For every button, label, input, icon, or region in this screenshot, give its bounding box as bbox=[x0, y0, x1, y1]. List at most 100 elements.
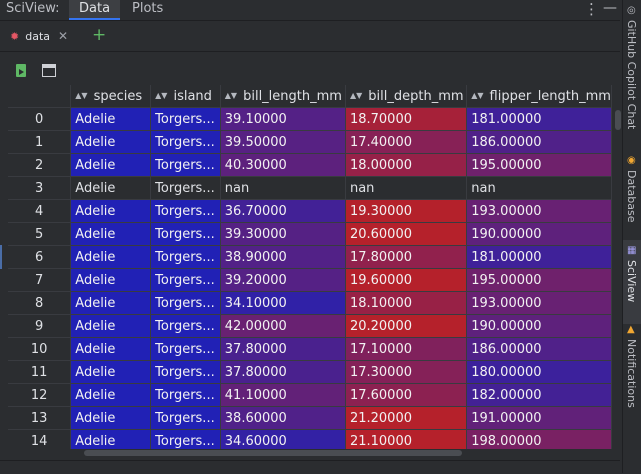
cell-island[interactable]: Torgers... bbox=[150, 337, 221, 361]
table-icon[interactable]: ▦ bbox=[627, 246, 637, 256]
tab-data-document[interactable]: ✹ data ✕ bbox=[10, 25, 68, 47]
cell-bill-length-mm[interactable]: 38.60000 bbox=[220, 406, 346, 430]
cell-bill-length-mm[interactable]: 37.80000 bbox=[220, 360, 346, 384]
horizontal-scrollbar[interactable] bbox=[84, 450, 462, 456]
cell-island[interactable]: Torgers... bbox=[150, 383, 221, 407]
cell-flipper-length-mm[interactable]: 191.00000 bbox=[466, 406, 612, 430]
sidebar-item-copilot[interactable]: GitHub Copilot Chat bbox=[625, 20, 638, 129]
table-row[interactable]: 14 Adelie Torgers... 34.60000 21.10000 198.00… bbox=[8, 429, 612, 449]
cell-species[interactable]: Adelie bbox=[70, 153, 152, 177]
cell-flipper-length-mm[interactable]: nan bbox=[466, 176, 612, 200]
cell-flipper-length-mm[interactable]: 195.00000 bbox=[466, 268, 612, 292]
sidebar-item-sciview[interactable]: SciView bbox=[625, 260, 638, 302]
sidebar-item-database[interactable]: Database bbox=[625, 170, 638, 223]
add-tab-icon[interactable]: + bbox=[92, 25, 106, 45]
close-tab-icon[interactable]: ✕ bbox=[58, 29, 68, 43]
table-row[interactable]: 3 Adelie Torgers... nan nan nan bbox=[8, 176, 612, 200]
cell-bill-depth-mm[interactable]: 17.30000 bbox=[345, 360, 468, 384]
cell-species[interactable]: Adelie bbox=[70, 199, 152, 223]
cell-species[interactable]: Adelie bbox=[70, 268, 152, 292]
cell-flipper-length-mm[interactable]: 193.00000 bbox=[466, 199, 612, 223]
cell-bill-length-mm[interactable]: 39.10000 bbox=[220, 107, 346, 131]
cell-bill-depth-mm[interactable]: 18.00000 bbox=[345, 153, 468, 177]
cell-island[interactable]: Torgers... bbox=[150, 176, 221, 200]
column-header-bill-depth[interactable]: ▲▼ bill_depth_mm bbox=[345, 85, 468, 108]
cell-species[interactable]: Adelie bbox=[70, 176, 152, 200]
more-options-icon[interactable]: ⋮ bbox=[584, 0, 599, 18]
copilot-icon[interactable]: ◎ bbox=[627, 6, 637, 16]
cell-species[interactable]: Adelie bbox=[70, 406, 152, 430]
table-row[interactable]: 0 Adelie Torgers... 39.10000 18.70000 181.000… bbox=[8, 107, 612, 131]
cell-bill-depth-mm[interactable]: 19.60000 bbox=[345, 268, 468, 292]
cell-bill-depth-mm[interactable]: 18.10000 bbox=[345, 291, 468, 315]
column-header-species[interactable]: ▲▼ species bbox=[70, 85, 152, 108]
cell-species[interactable]: Adelie bbox=[70, 337, 152, 361]
cell-flipper-length-mm[interactable]: 198.00000 bbox=[466, 429, 612, 449]
cell-bill-length-mm[interactable]: 34.10000 bbox=[220, 291, 346, 315]
cell-island[interactable]: Torgers... bbox=[150, 406, 221, 430]
cell-flipper-length-mm[interactable]: 195.00000 bbox=[466, 153, 612, 177]
cell-island[interactable]: Torgers... bbox=[150, 429, 221, 449]
cell-species[interactable]: Adelie bbox=[70, 314, 152, 338]
cell-bill-length-mm[interactable]: nan bbox=[220, 176, 346, 200]
cell-bill-length-mm[interactable]: 38.90000 bbox=[220, 245, 346, 269]
cell-species[interactable]: Adelie bbox=[70, 383, 152, 407]
cell-flipper-length-mm[interactable]: 186.00000 bbox=[466, 337, 612, 361]
table-row[interactable]: 9 Adelie Torgers... 42.00000 20.20000 190.000… bbox=[8, 314, 612, 338]
cell-flipper-length-mm[interactable]: 181.00000 bbox=[466, 245, 612, 269]
cell-bill-depth-mm[interactable]: 21.10000 bbox=[345, 429, 468, 449]
cell-species[interactable]: Adelie bbox=[70, 291, 152, 315]
table-row[interactable]: 4 Adelie Torgers... 36.70000 19.30000 193.000… bbox=[8, 199, 612, 223]
cell-island[interactable]: Torgers... bbox=[150, 222, 221, 246]
cell-island[interactable]: Torgers... bbox=[150, 107, 221, 131]
cell-bill-length-mm[interactable]: 42.00000 bbox=[220, 314, 346, 338]
cell-island[interactable]: Torgers... bbox=[150, 291, 221, 315]
cell-bill-length-mm[interactable]: 34.60000 bbox=[220, 429, 346, 449]
cell-bill-depth-mm[interactable]: 21.20000 bbox=[345, 406, 468, 430]
cell-bill-length-mm[interactable]: 37.80000 bbox=[220, 337, 346, 361]
table-row[interactable]: 6 Adelie Torgers... 38.90000 17.80000 181.000… bbox=[8, 245, 612, 269]
cell-island[interactable]: Torgers... bbox=[150, 360, 221, 384]
cell-flipper-length-mm[interactable]: 190.00000 bbox=[466, 314, 612, 338]
cell-species[interactable]: Adelie bbox=[70, 130, 152, 154]
table-row[interactable]: 12 Adelie Torgers... 41.10000 17.60000 182.00… bbox=[8, 383, 612, 407]
table-row[interactable]: 7 Adelie Torgers... 39.20000 19.60000 195.000… bbox=[8, 268, 612, 292]
cell-bill-depth-mm[interactable]: 19.30000 bbox=[345, 199, 468, 223]
table-row[interactable]: 11 Adelie Torgers... 37.80000 17.30000 180.00… bbox=[8, 360, 612, 384]
cell-bill-depth-mm[interactable]: 20.60000 bbox=[345, 222, 468, 246]
cell-species[interactable]: Adelie bbox=[70, 429, 152, 449]
cell-bill-length-mm[interactable]: 39.20000 bbox=[220, 268, 346, 292]
cell-island[interactable]: Torgers... bbox=[150, 199, 221, 223]
cell-species[interactable]: Adelie bbox=[70, 360, 152, 384]
cell-bill-length-mm[interactable]: 39.30000 bbox=[220, 222, 346, 246]
cell-bill-depth-mm[interactable]: 20.20000 bbox=[345, 314, 468, 338]
tab-data[interactable]: Data bbox=[69, 0, 121, 20]
vertical-scrollbar[interactable] bbox=[615, 110, 621, 130]
data-grid[interactable]: ▲▼ species ▲▼ island ▲▼ bill_length_mm ▲▼ bi… bbox=[8, 85, 612, 449]
cell-bill-depth-mm[interactable]: 17.80000 bbox=[345, 245, 468, 269]
cell-flipper-length-mm[interactable]: 180.00000 bbox=[466, 360, 612, 384]
column-header-flipper-length[interactable]: ▲▼ flipper_length_mm bbox=[466, 85, 612, 108]
cell-flipper-length-mm[interactable]: 193.00000 bbox=[466, 291, 612, 315]
cell-species[interactable]: Adelie bbox=[70, 107, 152, 131]
cell-island[interactable]: Torgers... bbox=[150, 130, 221, 154]
table-row[interactable]: 2 Adelie Torgers... 40.30000 18.00000 195.000… bbox=[8, 153, 612, 177]
cell-island[interactable]: Torgers... bbox=[150, 314, 221, 338]
cell-island[interactable]: Torgers... bbox=[150, 268, 221, 292]
cell-island[interactable]: Torgers... bbox=[150, 245, 221, 269]
cell-flipper-length-mm[interactable]: 181.00000 bbox=[466, 107, 612, 131]
cell-island[interactable]: Torgers... bbox=[150, 153, 221, 177]
cell-flipper-length-mm[interactable]: 182.00000 bbox=[466, 383, 612, 407]
export-csv-icon[interactable] bbox=[16, 64, 26, 77]
table-row[interactable]: 5 Adelie Torgers... 39.30000 20.60000 190.000… bbox=[8, 222, 612, 246]
cell-bill-depth-mm[interactable]: 17.60000 bbox=[345, 383, 468, 407]
cell-bill-length-mm[interactable]: 41.10000 bbox=[220, 383, 346, 407]
cell-bill-length-mm[interactable]: 39.50000 bbox=[220, 130, 346, 154]
database-icon[interactable]: ◉ bbox=[627, 156, 637, 166]
sidebar-item-notifications[interactable]: Notifications bbox=[625, 339, 638, 408]
cell-bill-depth-mm[interactable]: 18.70000 bbox=[345, 107, 468, 131]
tab-plots[interactable]: Plots bbox=[122, 0, 173, 20]
minimize-icon[interactable]: — bbox=[603, 0, 617, 16]
table-row[interactable]: 1 Adelie Torgers... 39.50000 17.40000 186.000… bbox=[8, 130, 612, 154]
cell-bill-depth-mm[interactable]: nan bbox=[345, 176, 468, 200]
